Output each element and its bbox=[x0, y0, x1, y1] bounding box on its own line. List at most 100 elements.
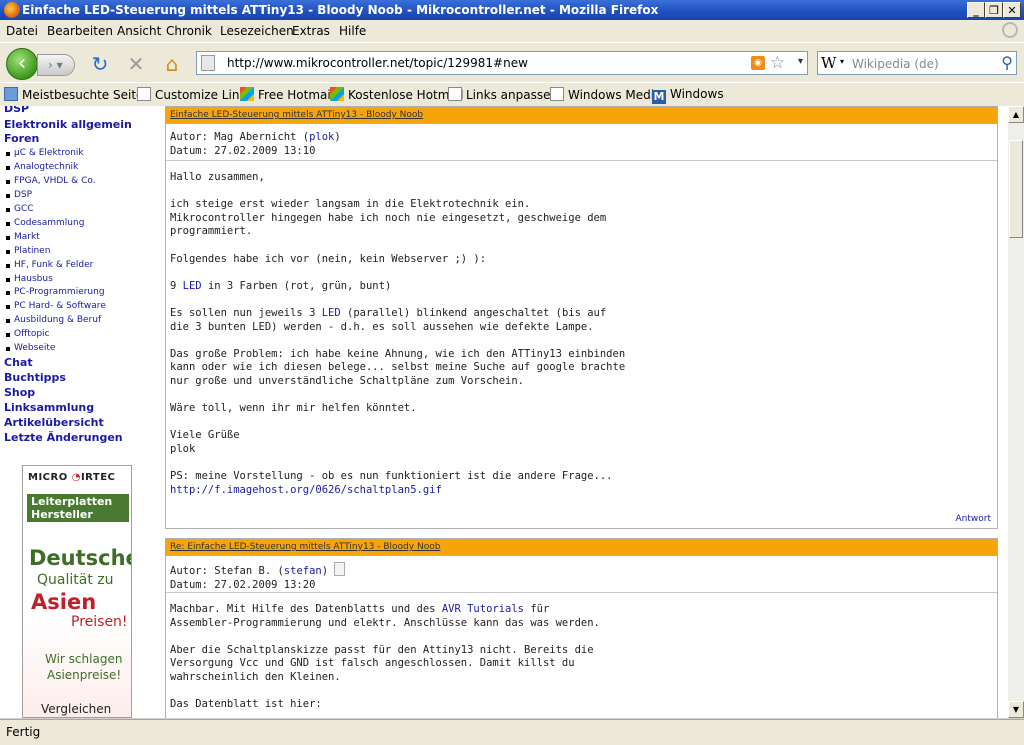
sidebar-link-shop[interactable]: Shop bbox=[4, 386, 35, 399]
home-icon[interactable]: ⌂ bbox=[160, 53, 184, 75]
ad-text: Preisen! bbox=[71, 614, 128, 630]
url-text[interactable]: http://www.mikrocontroller.net/topic/129… bbox=[227, 56, 528, 70]
engine-dropdown-icon[interactable]: ▾ bbox=[840, 57, 844, 66]
page-icon bbox=[448, 87, 462, 101]
post-body: Hallo zusammen, ich steige erst wieder la… bbox=[166, 161, 997, 497]
text-line: PS: meine Vorstellung - ob es nun funkti… bbox=[170, 470, 613, 483]
post-title-link[interactable]: Einfache LED-Steuerung mittels ATTiny13 … bbox=[166, 107, 997, 124]
site-identity-icon[interactable] bbox=[201, 55, 215, 71]
bookmark-windows[interactable]: M Windows bbox=[652, 87, 724, 104]
text-segment: (parallel) blinkend angeschaltet (bis au… bbox=[340, 306, 607, 319]
stop-icon[interactable]: ✕ bbox=[124, 53, 148, 75]
ad-text: Asienpreise! bbox=[47, 668, 122, 682]
menu-datei[interactable]: Datei bbox=[6, 24, 38, 38]
post-author: Autor: Mag Abernicht (plok) bbox=[170, 130, 993, 144]
schaltplan-link[interactable]: http://f.imagehost.org/0626/schaltplan5.… bbox=[170, 484, 993, 498]
ad-text: Wir schlagen bbox=[45, 652, 123, 666]
post-title-link[interactable]: Re: Einfache LED-Steuerung mittels ATTin… bbox=[166, 539, 997, 556]
sidebar-link-foren[interactable]: Foren bbox=[4, 132, 39, 145]
ad-text: Qualität zu bbox=[37, 572, 114, 588]
restore-button[interactable]: ❐ bbox=[985, 2, 1003, 18]
close-window-button[interactable]: ✕ bbox=[1003, 2, 1021, 18]
menu-ansicht[interactable]: Ansicht bbox=[117, 24, 161, 38]
forum-link[interactable]: Hausbus bbox=[6, 274, 53, 284]
ad-logo-right: IRTEC bbox=[80, 472, 116, 483]
page-icon bbox=[550, 87, 564, 101]
forum-link[interactable]: Ausbildung & Beruf bbox=[5, 315, 101, 325]
bookmarks-toolbar: Meistbesuchte Seiten Customize Links Fre… bbox=[0, 82, 1024, 108]
rss-feed-icon[interactable]: ◉ bbox=[751, 56, 765, 70]
search-box[interactable]: W ▾ Wikipedia (de) ⚲ bbox=[817, 51, 1017, 75]
ad-logo: MICRO ◔IRTEC bbox=[28, 472, 116, 483]
page-content: DSP Elektronik allgemein Foren µC & Elek… bbox=[0, 106, 1008, 718]
url-dropdown-icon[interactable]: ▾ bbox=[798, 56, 803, 67]
led-link[interactable]: LED bbox=[322, 307, 341, 319]
text-line: Es sollen nun jeweils 3 LED (parallel) b… bbox=[170, 307, 993, 321]
scroll-up-button[interactable]: ▲ bbox=[1008, 106, 1024, 123]
minimize-button[interactable]: _ bbox=[967, 2, 985, 18]
sidebar-link-chat[interactable]: Chat bbox=[4, 356, 33, 369]
forum-link[interactable]: HF, Funk & Felder bbox=[5, 260, 93, 270]
vertical-scrollbar[interactable]: ▲ ▼ bbox=[1008, 106, 1024, 718]
bookmark-star-icon[interactable]: ☆ bbox=[770, 53, 785, 73]
forum-link[interactable]: µC & Elektronik bbox=[6, 148, 84, 158]
scroll-down-button[interactable]: ▼ bbox=[1008, 701, 1024, 718]
reply-link[interactable]: Antwort bbox=[956, 514, 992, 524]
wikipedia-engine-icon[interactable]: W bbox=[821, 54, 836, 72]
forum-link[interactable]: Analogtechnik bbox=[5, 162, 78, 172]
bookmark-customize-links[interactable]: Customize Links bbox=[137, 87, 253, 102]
url-bar[interactable]: http://www.mikrocontroller.net/topic/129… bbox=[196, 51, 808, 75]
text-segment: für bbox=[524, 603, 550, 615]
bookmark-label: Links anpassen bbox=[466, 88, 559, 102]
sidebar-link-letzte-aenderungen[interactable]: Letzte Änderungen bbox=[4, 431, 123, 444]
search-input[interactable]: Wikipedia (de) bbox=[852, 57, 939, 71]
scrollbar-thumb[interactable] bbox=[1009, 140, 1023, 238]
bookmark-free-hotmail[interactable]: Free Hotmail bbox=[240, 87, 334, 102]
menu-lesezeichen[interactable]: Lesezeichen bbox=[220, 24, 294, 38]
text-line: Viele Grüße bbox=[170, 429, 240, 442]
forum-link[interactable]: FPGA, VHDL & Co. bbox=[6, 176, 96, 186]
forum-link[interactable]: GCC bbox=[6, 204, 34, 214]
sidebar-link-artikeluebersicht[interactable]: Artikelübersicht bbox=[4, 416, 104, 429]
led-link[interactable]: LED bbox=[183, 280, 202, 292]
user-page-icon[interactable] bbox=[334, 562, 346, 576]
activity-throbber-icon bbox=[1002, 22, 1018, 38]
menu-extras[interactable]: Extras bbox=[292, 24, 330, 38]
sidebar-link-buchtipps[interactable]: Buchtipps bbox=[4, 371, 66, 384]
author-link[interactable]: stefan bbox=[284, 565, 322, 577]
text-segment: in 3 Farben (rot, grün, bunt) bbox=[201, 279, 392, 292]
bookmark-label: Windows bbox=[670, 87, 724, 101]
advertisement-banner[interactable]: MICRO ◔IRTEC Leiterplatten Hersteller De… bbox=[22, 465, 132, 718]
menu-bearbeiten[interactable]: Bearbeiten bbox=[47, 24, 113, 38]
bookmark-meistbesuchte[interactable]: Meistbesuchte Seiten bbox=[4, 87, 151, 102]
menu-chronik[interactable]: Chronik bbox=[166, 24, 212, 38]
forum-link[interactable]: Webseite bbox=[5, 343, 55, 353]
forward-button[interactable]: › ▾ bbox=[37, 54, 75, 76]
windows-media-icon: M bbox=[652, 90, 666, 104]
back-button[interactable]: ‹ bbox=[6, 48, 38, 80]
text-line: Hallo zusammen, bbox=[170, 171, 265, 183]
author-suffix: ) bbox=[321, 565, 329, 577]
ad-text: Vergleichen bbox=[41, 702, 112, 716]
text-line: ich steige erst wieder langsam in die El… bbox=[170, 198, 531, 211]
bookmark-kostenlose-hotmail[interactable]: Kostenlose Hotmail bbox=[330, 87, 463, 102]
sidebar-link-linksammlung[interactable]: Linksammlung bbox=[4, 401, 94, 414]
forum-link[interactable]: Codesammlung bbox=[5, 218, 84, 228]
author-link[interactable]: plok bbox=[309, 131, 334, 143]
sidebar-link-elektronik[interactable]: Elektronik allgemein bbox=[4, 118, 132, 131]
forum-link[interactable]: Markt bbox=[6, 232, 40, 242]
bookmark-links-anpassen[interactable]: Links anpassen bbox=[448, 87, 558, 102]
search-icon[interactable]: ⚲ bbox=[1001, 53, 1013, 72]
forum-link[interactable]: PC Hard- & Software bbox=[6, 301, 106, 311]
avr-tutorial-link[interactable]: AVR Tutorials bbox=[442, 603, 524, 615]
reload-icon[interactable]: ↻ bbox=[88, 53, 112, 75]
sidebar-link-dsp[interactable]: DSP bbox=[4, 106, 29, 115]
menu-hilfe[interactable]: Hilfe bbox=[339, 24, 366, 38]
forum-link[interactable]: Platinen bbox=[5, 246, 50, 256]
forum-link[interactable]: DSP bbox=[5, 190, 32, 200]
forum-link[interactable]: PC-Programmierung bbox=[6, 287, 105, 297]
bookmark-windows-media[interactable]: Windows Media bbox=[550, 87, 661, 102]
text-line: plok bbox=[170, 442, 196, 455]
forum-link[interactable]: Offtopic bbox=[5, 329, 49, 339]
author-label: Autor: Mag Abernicht ( bbox=[170, 131, 310, 143]
